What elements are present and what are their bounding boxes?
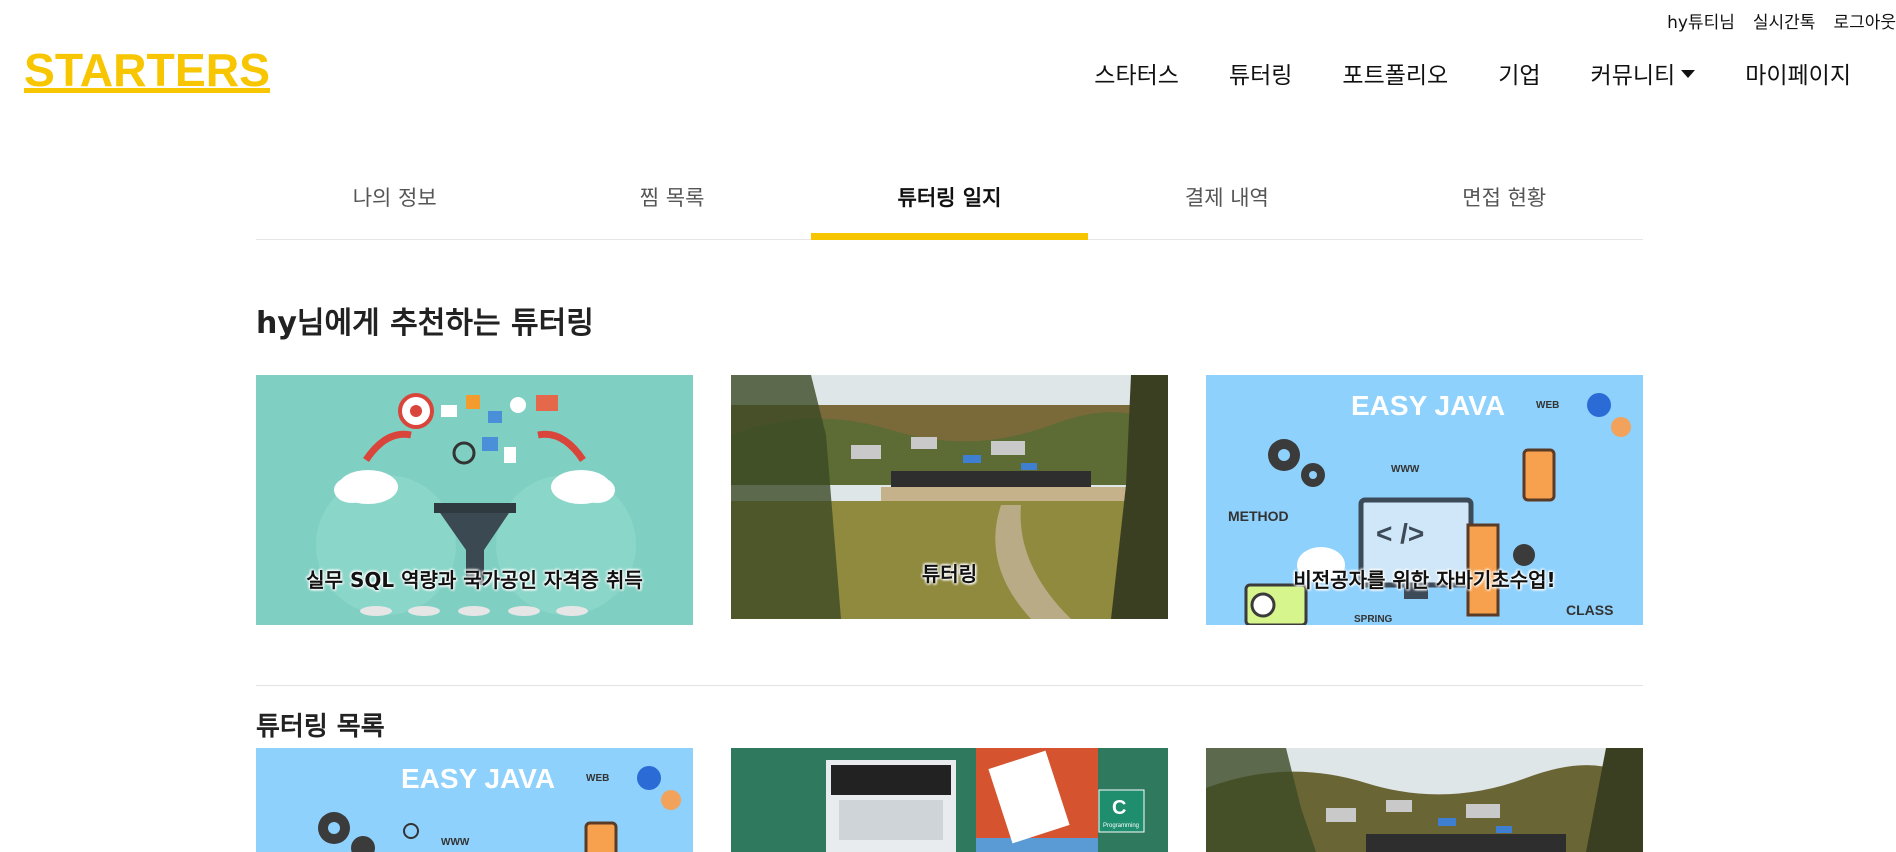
recommend-card-sql-label: 실무 SQL 역량과 국가공인 자격증 취득: [306, 568, 643, 592]
recommend-card-tutoring[interactable]: 튜터링: [731, 375, 1168, 619]
nav-tutoring-label: 튜터링: [1228, 63, 1293, 89]
user-name-link[interactable]: hy튜티님: [1667, 8, 1735, 33]
java-spring-text: SPRING: [1354, 614, 1393, 625]
nav-company[interactable]: 기업: [1498, 56, 1540, 90]
c-badge-text: C: [1112, 797, 1126, 819]
nav-starters[interactable]: 스타터스: [1094, 56, 1179, 90]
tab-myinfo[interactable]: 나의 정보: [256, 164, 533, 239]
tab-payment-history[interactable]: 결제 내역: [1088, 164, 1365, 239]
java-www-text: WWW: [1391, 464, 1420, 475]
section-divider: [256, 685, 1643, 686]
main-nav: 스타터스 튜터링 포트폴리오 기업 커뮤니티 마이페이지: [1094, 56, 1851, 90]
java-title-text: EASY JAVA: [1351, 390, 1505, 421]
nav-starters-label: 스타터스: [1094, 63, 1179, 89]
list-java-thumbnail: EASY JAVA WEB WWW: [256, 748, 693, 852]
recommend-card-tutoring-label: 튜터링: [921, 562, 978, 586]
list-java-www-text: WWW: [441, 837, 470, 848]
c-badge-subtext: Programming: [1103, 823, 1139, 829]
list-java-web-text: WEB: [586, 773, 609, 784]
java-web-text: WEB: [1536, 400, 1559, 411]
nav-company-label: 기업: [1498, 63, 1541, 89]
nav-portfolio[interactable]: 포트폴리오: [1342, 56, 1448, 90]
tab-interview-status[interactable]: 면접 현황: [1366, 164, 1643, 239]
logo-underline: [24, 88, 270, 93]
starters-logo[interactable]: STARTERS: [24, 46, 274, 94]
logo-text: STARTERS: [24, 46, 270, 94]
recommend-card-sql[interactable]: 실무 SQL 역량과 국가공인 자격증 취득: [256, 375, 693, 625]
nav-portfolio-label: 포트폴리오: [1342, 63, 1449, 89]
logout-link[interactable]: 로그아웃: [1833, 8, 1896, 33]
java-code-text: < />: [1376, 518, 1424, 549]
java-class-text: CLASS: [1566, 602, 1613, 618]
list-village-thumbnail: [1206, 748, 1643, 852]
list-c-thumbnail: C Programming: [731, 748, 1168, 852]
live-chat-link[interactable]: 실시간톡: [1753, 8, 1816, 33]
java-method-text: METHOD: [1228, 508, 1289, 524]
top-utility-bar: hy튜티님 실시간톡 로그아웃: [1667, 8, 1896, 33]
tutoring-list-title: 튜터링 목록: [256, 712, 385, 742]
recommend-card-java[interactable]: EASY JAVA WEB WWW METHOD CLASS SPRING < …: [1206, 375, 1643, 625]
nav-tutoring[interactable]: 튜터링: [1229, 56, 1292, 90]
recommend-card-java-label: 비전공자를 위한 자바기초수업!: [1293, 568, 1556, 592]
mypage-tabs: 나의 정보 찜 목록 튜터링 일지 결제 내역 면접 현황: [256, 164, 1643, 240]
list-card-java[interactable]: EASY JAVA WEB WWW: [256, 748, 693, 852]
list-java-title-text: EASY JAVA: [401, 763, 555, 794]
nav-mypage[interactable]: 마이페이지: [1745, 56, 1851, 90]
nav-community-dropdown[interactable]: 커뮤니티: [1591, 56, 1696, 90]
recommend-section-title: hy님에게 추천하는 튜터링: [256, 306, 594, 341]
nav-mypage-label: 마이페이지: [1745, 63, 1851, 89]
tab-wishlist[interactable]: 찜 목록: [533, 164, 810, 239]
nav-community-label: 커뮤니티: [1590, 63, 1676, 89]
caret-down-icon: [1681, 70, 1696, 78]
list-card-c-programming[interactable]: C Programming: [731, 748, 1168, 852]
tab-tutoring-journal[interactable]: 튜터링 일지: [810, 164, 1089, 240]
list-card-village[interactable]: [1206, 748, 1643, 852]
